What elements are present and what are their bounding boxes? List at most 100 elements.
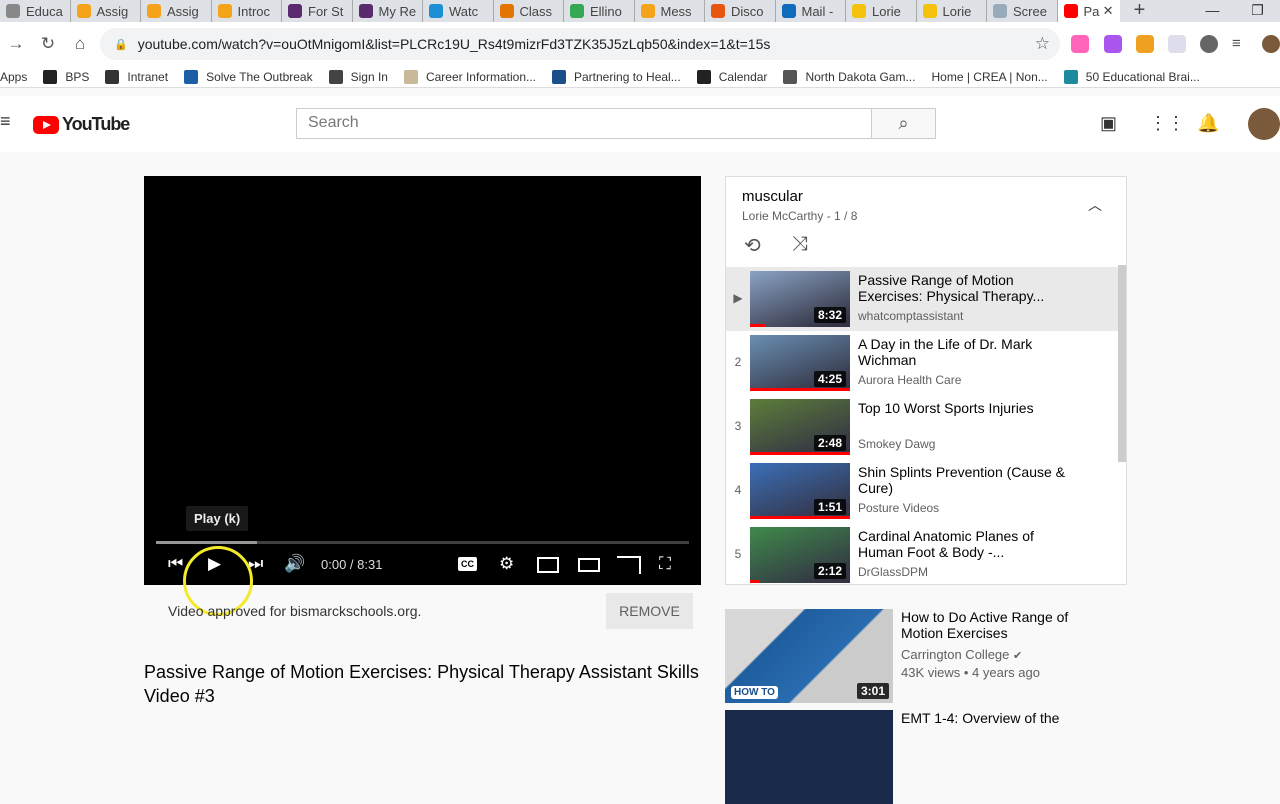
bookmark-label: BPS bbox=[65, 69, 90, 84]
playlist-name[interactable]: muscular bbox=[742, 188, 803, 205]
video-title[interactable]: A Day in the Life of Dr. Mark Wichman bbox=[858, 336, 1068, 368]
browser-tab[interactable]: Class bbox=[494, 0, 564, 22]
playlist-item[interactable]: 5 2:12 Cardinal Anatomic Planes of Human F… bbox=[726, 523, 1118, 584]
profile-avatar[interactable] bbox=[1262, 35, 1280, 53]
bookmark-star-icon[interactable]: ☆ bbox=[1035, 34, 1050, 54]
bookmark-item[interactable]: North Dakota Gam... bbox=[783, 69, 916, 84]
bookmark-item[interactable]: Apps bbox=[0, 70, 27, 84]
video-thumbnail[interactable]: HOW TO 3:01 bbox=[725, 609, 893, 703]
playlist-item[interactable]: 4 1:51 Shin Splints Prevention (Cause & Cu… bbox=[726, 459, 1118, 523]
video-thumbnail[interactable]: 1:51 bbox=[750, 463, 850, 519]
channel-name[interactable]: Carrington College ✔ bbox=[901, 647, 1022, 662]
browser-tab[interactable]: Watc bbox=[423, 0, 494, 22]
browser-tab[interactable]: Ellino bbox=[564, 0, 635, 22]
video-player[interactable]: Play (k) ⏮ ▶ ⏭ 🔊 0:00 / 8:31 CC ⚙ ⛶ bbox=[144, 176, 701, 585]
video-thumbnail[interactable]: 4:25 bbox=[750, 335, 850, 391]
youtube-play-logo-icon bbox=[33, 115, 59, 134]
browser-tab[interactable]: Scree bbox=[987, 0, 1058, 22]
extension-icon[interactable] bbox=[1168, 35, 1186, 53]
progress-bar[interactable] bbox=[156, 541, 689, 544]
search-input[interactable]: Search bbox=[296, 108, 872, 139]
browser-tab[interactable]: Disco bbox=[705, 0, 776, 22]
settings-gear-icon[interactable]: ⚙ bbox=[499, 554, 514, 574]
media-queue-icon[interactable]: ≡ bbox=[1232, 35, 1250, 53]
video-title[interactable]: How to Do Active Range of Motion Exercis… bbox=[901, 609, 1101, 641]
recommended-video[interactable]: EMT 1-4: Overview of the bbox=[725, 710, 1145, 804]
browser-tab[interactable]: Lorie bbox=[846, 0, 917, 22]
bookmark-item[interactable]: Intranet bbox=[105, 69, 168, 84]
bookmark-item[interactable]: 50 Educational Brai... bbox=[1063, 69, 1200, 84]
video-title[interactable]: EMT 1-4: Overview of the bbox=[901, 710, 1101, 726]
browser-tab[interactable]: Lorie bbox=[917, 0, 987, 22]
browser-tab[interactable]: Educa bbox=[0, 0, 71, 22]
search-button[interactable]: ⌕ bbox=[871, 108, 936, 139]
tab-label: Assig bbox=[96, 3, 129, 19]
video-thumbnail[interactable]: 8:32 bbox=[750, 271, 850, 327]
bookmark-item[interactable]: Sign In bbox=[328, 69, 388, 84]
previous-icon[interactable]: ⏮ bbox=[168, 554, 183, 574]
theater-mode-icon[interactable] bbox=[578, 558, 600, 572]
shuffle-icon[interactable]: ⤨ bbox=[792, 233, 808, 256]
loop-icon[interactable]: ⟲ bbox=[744, 233, 761, 258]
view-count: 43K views • 4 years ago bbox=[901, 665, 1040, 680]
remove-button[interactable]: REMOVE bbox=[606, 593, 693, 629]
menu-icon[interactable]: ≡ bbox=[0, 111, 11, 132]
video-thumbnail[interactable]: 2:12 bbox=[750, 527, 850, 583]
home-icon[interactable]: ⌂ bbox=[64, 34, 96, 54]
browser-tab[interactable]: Assig bbox=[141, 0, 212, 22]
new-tab-button[interactable]: + bbox=[1120, 0, 1160, 22]
collapse-chevron-icon[interactable]: ︿ bbox=[1088, 195, 1102, 215]
browser-tab-active[interactable]: Pa ✕ bbox=[1057, 0, 1120, 22]
minimize-icon[interactable]: — bbox=[1190, 0, 1235, 22]
bookmark-item[interactable]: BPS bbox=[43, 69, 90, 84]
bookmark-item[interactable]: Partnering to Heal... bbox=[552, 69, 681, 84]
recommended-video[interactable]: HOW TO 3:01 How to Do Active Range of Mo… bbox=[725, 609, 1145, 703]
playlist-item[interactable]: 2 4:25 A Day in the Life of Dr. Mark Wichm… bbox=[726, 331, 1118, 395]
browser-tab[interactable]: For St bbox=[282, 0, 353, 22]
bookmark-label: North Dakota Gam... bbox=[805, 69, 916, 84]
create-video-icon[interactable]: ▣ bbox=[1100, 113, 1117, 134]
bookmark-item[interactable]: Career Information... bbox=[403, 69, 536, 84]
playlist-index: 4 bbox=[734, 483, 742, 497]
video-title[interactable]: Passive Range of Motion Exercises: Physi… bbox=[858, 272, 1068, 304]
bookmark-item[interactable]: Calendar bbox=[696, 69, 767, 84]
fullscreen-icon[interactable]: ⛶ bbox=[659, 554, 671, 574]
bookmark-item[interactable]: Solve The Outbreak bbox=[184, 69, 313, 84]
browser-tab[interactable]: Mail - bbox=[776, 0, 846, 22]
youtube-logo[interactable]: YouTube bbox=[33, 114, 130, 135]
miniplayer-icon[interactable] bbox=[537, 557, 559, 573]
apps-grid-icon[interactable]: ⋮⋮ bbox=[1149, 113, 1185, 134]
video-title[interactable]: Shin Splints Prevention (Cause & Cure) bbox=[858, 464, 1068, 496]
reload-icon[interactable]: ↻ bbox=[32, 34, 64, 54]
restore-icon[interactable]: ❐ bbox=[1235, 0, 1280, 22]
browser-tab[interactable]: My Re bbox=[353, 0, 423, 22]
extension-icon[interactable] bbox=[1104, 35, 1122, 53]
account-avatar[interactable] bbox=[1248, 108, 1280, 140]
cast-icon[interactable] bbox=[617, 556, 641, 574]
puzzle-icon[interactable] bbox=[1200, 35, 1218, 53]
video-title[interactable]: Cardinal Anatomic Planes of Human Foot &… bbox=[858, 528, 1068, 560]
extension-icon[interactable] bbox=[1136, 35, 1154, 53]
volume-icon[interactable]: 🔊 bbox=[284, 554, 305, 574]
notifications-bell-icon[interactable]: 🔔 bbox=[1197, 113, 1219, 134]
browser-tab[interactable]: Assig bbox=[71, 0, 141, 22]
forward-icon[interactable]: → bbox=[0, 34, 32, 54]
playlist-item[interactable]: ▶ 8:32 Passive Range of Motion Exercises: … bbox=[726, 267, 1118, 331]
browser-tab[interactable]: Introc bbox=[212, 0, 282, 22]
video-thumbnail[interactable]: 2:48 bbox=[750, 399, 850, 455]
playlist-scrollbar[interactable] bbox=[1118, 265, 1126, 462]
bookmark-item[interactable]: Home | CREA | Non... bbox=[931, 70, 1047, 84]
playlist-item[interactable]: 3 2:48 Top 10 Worst Sports Injuries Smokey … bbox=[726, 395, 1118, 459]
watched-progress bbox=[750, 452, 850, 455]
url-bar[interactable]: 🔒 youtube.com/watch?v=ouOtMnigomI&list=P… bbox=[100, 28, 1060, 60]
video-thumbnail[interactable] bbox=[725, 710, 893, 804]
url-text[interactable]: youtube.com/watch?v=ouOtMnigomI&list=PLC… bbox=[138, 36, 771, 52]
bookmark-favicon-icon bbox=[105, 69, 120, 84]
extension-icon[interactable] bbox=[1071, 35, 1089, 53]
close-tab-icon[interactable]: ✕ bbox=[1103, 3, 1114, 19]
captions-icon[interactable]: CC bbox=[458, 557, 477, 571]
browser-tab[interactable]: Mess bbox=[635, 0, 705, 22]
video-title[interactable]: Top 10 Worst Sports Injuries bbox=[858, 400, 1068, 416]
channel-name: Smokey Dawg bbox=[858, 437, 936, 451]
tab-favicon-icon bbox=[852, 4, 866, 18]
